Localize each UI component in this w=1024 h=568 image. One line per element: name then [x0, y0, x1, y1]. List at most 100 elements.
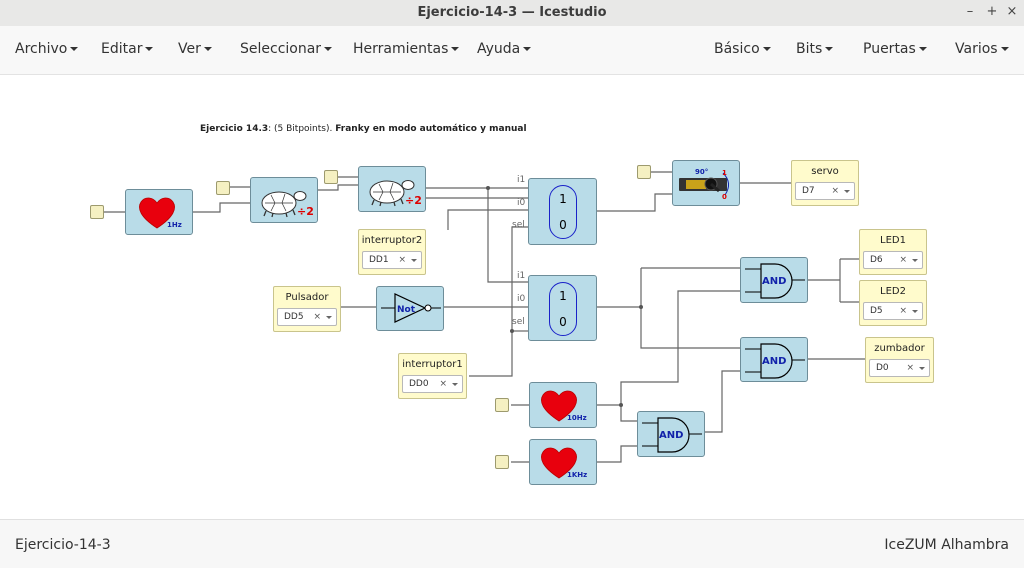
menu-puertas[interactable]: Puertas [863, 41, 927, 57]
input-interruptor1[interactable]: interruptor1 DD0 × [398, 353, 467, 399]
status-project-name: Ejercicio-14-3 [15, 537, 111, 553]
menu-varios[interactable]: Varios [955, 41, 1009, 57]
chevron-down-icon [452, 383, 458, 386]
output-zumbador[interactable]: zumbador D0 × [865, 337, 934, 383]
port-label-sel: sel [512, 220, 525, 230]
and-gate-block-1[interactable]: AND [740, 257, 808, 303]
mux-symbol: 1 0 [549, 282, 577, 336]
window-titlebar: Ejercicio-14-3 — Icestudio – + × [0, 0, 1024, 27]
chevron-down-icon [70, 47, 79, 51]
chevron-down-icon [918, 47, 927, 51]
menu-ayuda[interactable]: Ayuda [477, 41, 532, 57]
design-canvas[interactable]: Ejercicio 14.3: (5 Bitpoints). Franky en… [0, 75, 1024, 519]
port-label-sel: sel [512, 317, 525, 327]
pin-select[interactable]: D5 × [863, 302, 923, 320]
and-gate-block-2[interactable]: AND [740, 337, 808, 382]
servo-block[interactable]: 90° 1 0 [672, 160, 740, 206]
mux-top-label: 1 [559, 289, 567, 303]
constant-input[interactable] [90, 205, 104, 219]
port-label-i0: i0 [517, 198, 526, 208]
pin-value: D5 [870, 306, 883, 316]
constant-input[interactable] [216, 181, 230, 195]
input-pulsador[interactable]: Pulsador DD5 × [273, 286, 341, 332]
and-gate-block-3[interactable]: AND [637, 411, 705, 457]
turtle-icon: ÷2 [261, 191, 314, 218]
constant-input[interactable] [324, 170, 338, 184]
menu-herramientas[interactable]: Herramientas [353, 41, 460, 57]
input-interruptor2[interactable]: interruptor2 DD1 × [358, 229, 426, 275]
pin-select[interactable]: DD5 × [277, 308, 337, 326]
chevron-down-icon [919, 367, 925, 370]
servo-icon: 90° 1 0 [679, 168, 729, 201]
menu-basico[interactable]: Básico [714, 41, 771, 57]
clear-icon[interactable]: × [906, 363, 914, 373]
chevron-down-icon [844, 190, 850, 193]
menu-label: Editar [101, 41, 143, 57]
menu-archivo[interactable]: Archivo [15, 41, 79, 57]
menu-bits[interactable]: Bits [796, 41, 834, 57]
menu-label: Herramientas [353, 41, 449, 57]
menu-ver[interactable]: Ver [178, 41, 212, 57]
chevron-down-icon [912, 259, 918, 262]
and-label: AND [762, 356, 786, 367]
divider-block-1[interactable]: ÷2 [250, 177, 318, 223]
clear-icon[interactable]: × [831, 186, 839, 196]
close-icon[interactable]: × [1004, 4, 1020, 19]
port-label-i0: i0 [517, 294, 526, 304]
maximize-icon[interactable]: + [984, 4, 1000, 19]
heartbeat-block-10hz[interactable]: 10Hz [529, 382, 597, 428]
mux-bottom-label: 0 [559, 315, 567, 329]
mux-top-label: 1 [559, 192, 567, 206]
design-description: Ejercicio 14.3: (5 Bitpoints). Franky en… [200, 124, 527, 134]
menu-label: Básico [714, 41, 760, 57]
not-gate-block[interactable]: Not [376, 286, 444, 331]
output-led1[interactable]: LED1 D6 × [859, 229, 927, 275]
heartbeat-label: 1Hz [167, 221, 182, 229]
menu-label: Bits [796, 41, 823, 57]
description-bold: Franky en modo automático y manual [335, 124, 527, 134]
heart-icon: 10Hz [541, 390, 587, 422]
not-label: Not [397, 305, 416, 315]
pin-value: D7 [802, 186, 815, 196]
pin-select[interactable]: D7 × [795, 182, 855, 200]
chevron-down-icon [912, 310, 918, 313]
port-label-i1: i1 [517, 175, 526, 185]
multiplexer-block-2[interactable]: 1 0 [528, 275, 597, 341]
menu-editar[interactable]: Editar [101, 41, 154, 57]
pin-select[interactable]: D0 × [869, 359, 930, 377]
servo-degree-label: 90° [695, 168, 708, 176]
multiplexer-block-1[interactable]: 1 0 [528, 178, 597, 245]
clear-icon[interactable]: × [398, 255, 406, 265]
mux-bottom-label: 0 [559, 218, 567, 232]
window-title: Ejercicio-14-3 — Icestudio [417, 5, 607, 20]
chevron-down-icon [451, 47, 460, 51]
heart-icon: 1KHz [541, 447, 587, 479]
clear-icon[interactable]: × [899, 255, 907, 265]
clear-icon[interactable]: × [439, 379, 447, 389]
minimize-icon[interactable]: – [962, 4, 978, 19]
menu-seleccionar[interactable]: Seleccionar [240, 41, 333, 57]
heartbeat-block-1hz[interactable]: 1Hz [125, 189, 193, 235]
menu-label: Puertas [863, 41, 916, 57]
chevron-down-icon [324, 47, 333, 51]
constant-input[interactable] [637, 165, 651, 179]
pin-name: servo [811, 166, 839, 177]
clear-icon[interactable]: × [899, 306, 907, 316]
heartbeat-block-1khz[interactable]: 1KHz [529, 439, 597, 485]
divider-block-2[interactable]: ÷2 [358, 166, 426, 212]
clear-icon[interactable]: × [313, 312, 321, 322]
constant-input[interactable] [495, 455, 509, 469]
pin-select[interactable]: D6 × [863, 251, 923, 269]
output-led2[interactable]: LED2 D5 × [859, 280, 927, 326]
pin-select[interactable]: DD1 × [362, 251, 422, 269]
and-gate-icon: AND [642, 417, 702, 453]
output-servo[interactable]: servo D7 × [791, 160, 859, 206]
heartbeat-label: 10Hz [567, 414, 587, 422]
pin-select[interactable]: DD0 × [402, 375, 463, 393]
divider-label: ÷2 [405, 194, 422, 207]
pin-name: interruptor1 [402, 359, 463, 370]
pin-name: Pulsador [285, 292, 329, 303]
constant-input[interactable] [495, 398, 509, 412]
and-label: AND [762, 276, 786, 287]
divider-label: ÷2 [297, 205, 314, 218]
